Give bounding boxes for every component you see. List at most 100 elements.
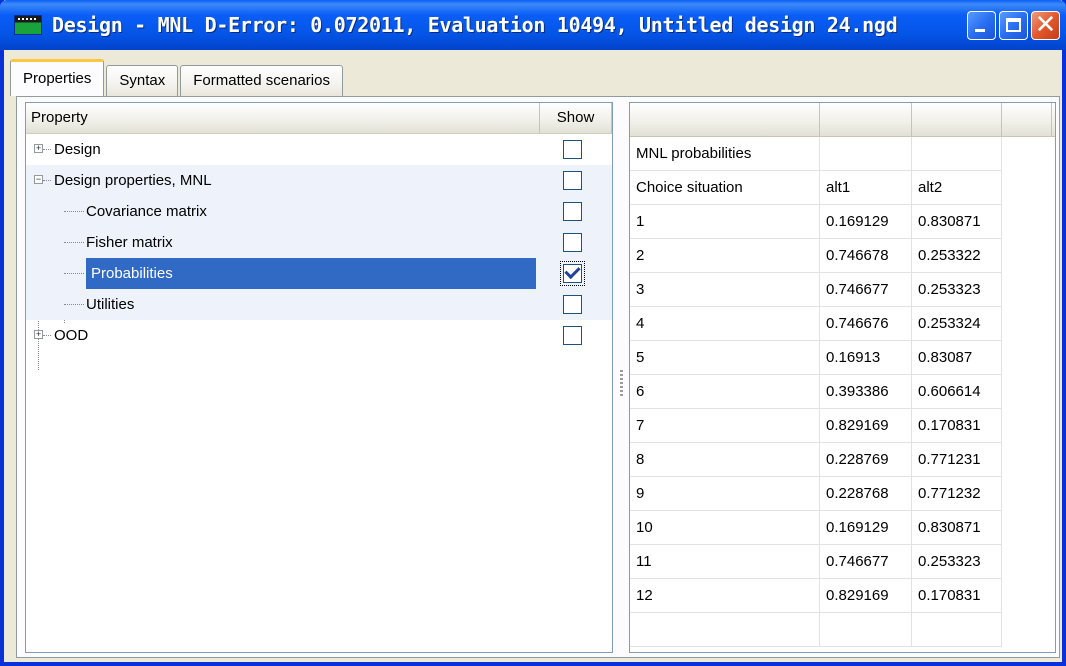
title-bar[interactable]: Design - MNL D-Error: 0.072011, Evaluati… <box>0 0 1066 50</box>
window-title: Design - MNL D-Error: 0.072011, Evaluati… <box>52 13 898 37</box>
tree-item-design-properties-mnl[interactable]: − Design properties, MNL <box>26 165 612 196</box>
tab-strip: Properties Syntax Formatted scenarios <box>10 59 345 96</box>
grid-cell-empty <box>1002 545 1052 579</box>
grid-cell[interactable]: 10 <box>630 511 820 545</box>
grid-cell[interactable]: 0.746676 <box>820 307 912 341</box>
grid-cell[interactable]: 0.170831 <box>912 409 1002 443</box>
minimize-icon <box>975 29 985 32</box>
grid-cell-empty <box>1002 511 1052 545</box>
grid-cell[interactable]: 0.253324 <box>912 307 1002 341</box>
grid-cell[interactable]: 0.169129 <box>820 511 912 545</box>
grid-cell[interactable]: 0.253323 <box>912 273 1002 307</box>
grid-cell[interactable]: 0.746677 <box>820 273 912 307</box>
grid-column-header[interactable] <box>630 103 820 136</box>
grid-cell[interactable] <box>820 137 912 171</box>
tree-item-fisher-matrix[interactable]: Fisher matrix <box>26 227 612 258</box>
grid-cell[interactable]: 0.771232 <box>912 477 1002 511</box>
maximize-button[interactable] <box>999 11 1028 40</box>
grid-cell[interactable]: 0.393386 <box>820 375 912 409</box>
window-controls: ✕ <box>967 11 1060 40</box>
tree-connector <box>43 180 51 181</box>
grid-cell[interactable]: 9 <box>630 477 820 511</box>
grid-cell[interactable]: alt1 <box>820 171 912 205</box>
tree-item-covariance-matrix[interactable]: Covariance matrix <box>26 196 612 227</box>
tree-item-ood[interactable]: + OOD <box>26 320 612 351</box>
close-button[interactable]: ✕ <box>1031 11 1060 40</box>
table-row: 12 0.829169 0.170831 <box>630 579 1055 613</box>
grid-cell-empty <box>1002 341 1052 375</box>
grid-column-labels-row: Choice situation alt1 alt2 <box>630 171 1055 205</box>
grid-cell[interactable] <box>912 137 1002 171</box>
grid-column-header[interactable] <box>912 103 1002 136</box>
tree-item-design[interactable]: + Design <box>26 134 612 165</box>
grid-cell[interactable]: 12 <box>630 579 820 613</box>
grid-cell[interactable]: 3 <box>630 273 820 307</box>
show-checkbox[interactable] <box>563 171 582 190</box>
grid-cell[interactable]: MNL probabilities <box>630 137 820 171</box>
grid-cell[interactable]: 0.606614 <box>912 375 1002 409</box>
tree-connector <box>64 273 84 274</box>
grid-cell[interactable]: 0.169129 <box>820 205 912 239</box>
grid-cell[interactable]: 0.830871 <box>912 511 1002 545</box>
grid-cell[interactable]: 5 <box>630 341 820 375</box>
grid-cell[interactable]: 2 <box>630 239 820 273</box>
grid-cell[interactable]: 0.253322 <box>912 239 1002 273</box>
grid-cell[interactable]: Choice situation <box>630 171 820 205</box>
property-tree: Property Show + Design − Design properti… <box>25 102 613 653</box>
pane-splitter[interactable] <box>615 102 629 653</box>
show-checkbox[interactable] <box>563 202 582 221</box>
minimize-button[interactable] <box>967 11 996 40</box>
tree-item-probabilities[interactable]: Probabilities <box>26 258 612 289</box>
table-row: 9 0.228768 0.771232 <box>630 477 1055 511</box>
grid-cell[interactable]: 0.83087 <box>912 341 1002 375</box>
expand-icon[interactable]: + <box>34 330 43 339</box>
show-checkbox[interactable] <box>563 140 582 159</box>
grid-cell[interactable]: 8 <box>630 443 820 477</box>
collapse-icon[interactable]: − <box>34 175 43 184</box>
show-checkbox[interactable] <box>563 326 582 345</box>
grid-cell-empty <box>1002 375 1052 409</box>
table-row: 4 0.746676 0.253324 <box>630 307 1055 341</box>
grid-cell[interactable]: 0.830871 <box>912 205 1002 239</box>
grid-cell[interactable]: 0.228768 <box>820 477 912 511</box>
grid-cell[interactable] <box>912 613 1002 647</box>
grid-cell[interactable]: 0.228769 <box>820 443 912 477</box>
tree-connector <box>43 149 51 150</box>
grid-cell[interactable]: 0.253323 <box>912 545 1002 579</box>
grid-cell[interactable]: 6 <box>630 375 820 409</box>
show-checkbox[interactable] <box>563 295 582 314</box>
table-row: 8 0.228769 0.771231 <box>630 443 1055 477</box>
grid-column-header[interactable] <box>1002 103 1052 136</box>
tree-item-label: Design properties, MNL <box>54 172 212 189</box>
grid-cell-empty <box>1002 579 1052 613</box>
close-icon: ✕ <box>1034 10 1057 40</box>
grid-cell[interactable]: alt2 <box>912 171 1002 205</box>
grid-cell[interactable] <box>630 613 820 647</box>
grid-column-header[interactable] <box>820 103 912 136</box>
grid-cell[interactable]: 0.170831 <box>912 579 1002 613</box>
grid-cell[interactable]: 4 <box>630 307 820 341</box>
grid-cell[interactable]: 0.746677 <box>820 545 912 579</box>
grid-cell[interactable]: 0.16913 <box>820 341 912 375</box>
grid-cell[interactable] <box>820 613 912 647</box>
grid-cell[interactable]: 11 <box>630 545 820 579</box>
property-column-header[interactable]: Property <box>26 103 541 133</box>
show-checkbox-checked[interactable] <box>560 261 585 286</box>
tab-properties[interactable]: Properties <box>10 59 105 96</box>
show-column-header[interactable]: Show <box>540 103 612 133</box>
grid-cell[interactable]: 7 <box>630 409 820 443</box>
table-row: 2 0.746678 0.253322 <box>630 239 1055 273</box>
grid-cell[interactable]: 0.746678 <box>820 239 912 273</box>
tree-connector <box>43 335 51 336</box>
grid-cell[interactable]: 0.771231 <box>912 443 1002 477</box>
expand-icon[interactable]: + <box>34 144 43 153</box>
grid-cell[interactable]: 0.829169 <box>820 579 912 613</box>
tab-formatted-scenarios[interactable]: Formatted scenarios <box>180 65 343 96</box>
tree-item-label: Probabilities <box>91 265 173 282</box>
tree-item-utilities[interactable]: Utilities <box>26 289 612 320</box>
grid-cell-empty <box>1002 443 1052 477</box>
show-checkbox[interactable] <box>563 233 582 252</box>
grid-cell[interactable]: 1 <box>630 205 820 239</box>
tab-syntax[interactable]: Syntax <box>106 65 179 96</box>
grid-cell[interactable]: 0.829169 <box>820 409 912 443</box>
